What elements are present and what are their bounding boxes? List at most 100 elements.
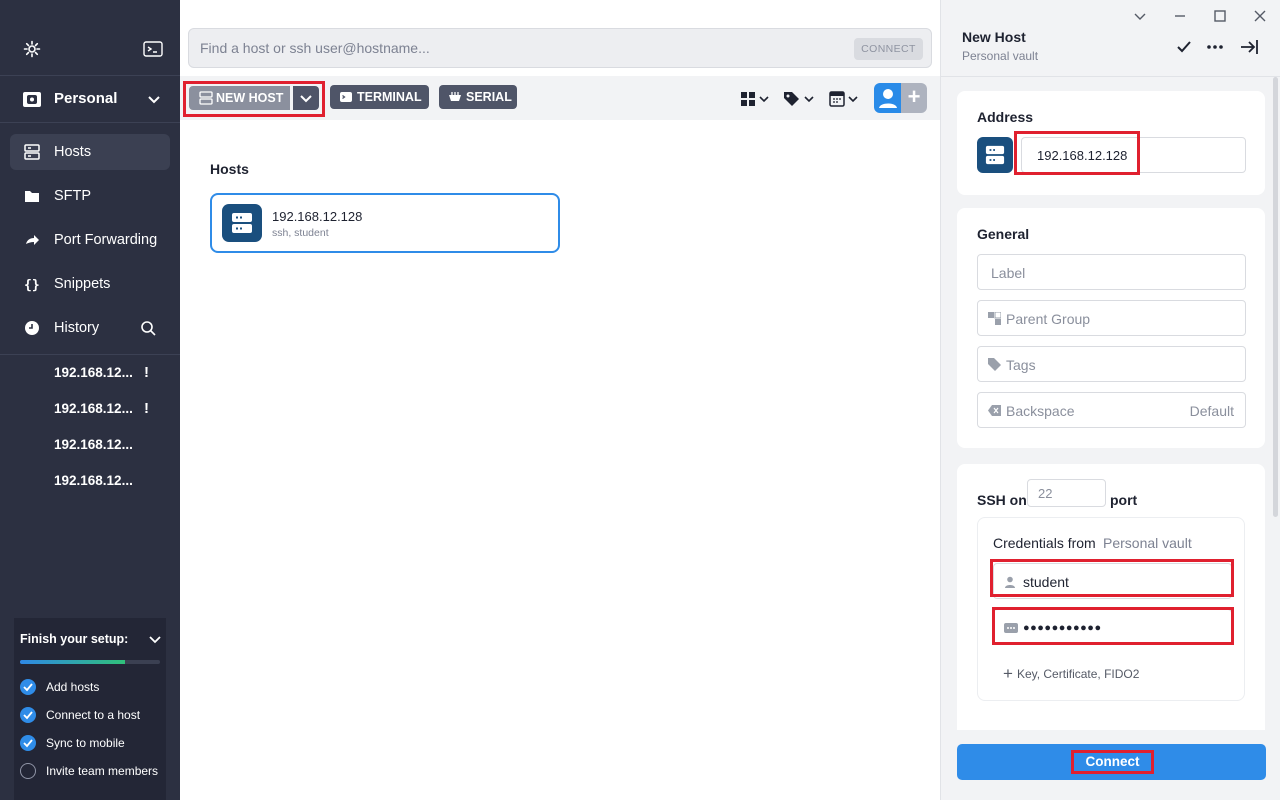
credentials-label: Credentials from (993, 535, 1096, 551)
clock-icon (25, 321, 39, 335)
tags-field[interactable]: Tags (977, 346, 1246, 382)
plus-icon: + (1003, 664, 1013, 683)
terminal-label: TERMINAL (357, 90, 422, 104)
port-input[interactable]: 22 (1027, 479, 1106, 507)
warning-icon: ! (144, 400, 149, 417)
forward-icon (26, 235, 39, 245)
chevron-down-icon[interactable] (1132, 8, 1148, 24)
sidebar-item-label: History (54, 320, 100, 336)
vault-selector[interactable]: Personal (0, 84, 180, 114)
chevron-down-icon (300, 95, 312, 103)
setup-progress-bar (20, 660, 160, 664)
collapse-panel-icon[interactable] (1240, 38, 1258, 56)
sidebar-top (0, 0, 180, 76)
scrollbar[interactable] (1273, 77, 1278, 517)
new-host-dropdown[interactable] (293, 86, 319, 110)
svg-text:{}: {} (24, 278, 40, 292)
new-host-label: NEW HOST (216, 91, 284, 105)
ssh-card: SSH on 22 port Credentials from Personal… (957, 464, 1265, 730)
folder-icon (25, 191, 39, 202)
connect-button[interactable]: CONNECT (854, 38, 923, 60)
hosts-icon (24, 144, 40, 160)
user-icon (879, 89, 897, 108)
panel-subtitle: Personal vault (962, 49, 1039, 63)
parent-group-placeholder: Parent Group (1006, 311, 1091, 327)
host-name: 192.168.12.128 (272, 209, 363, 224)
setup-step-label: Sync to mobile (46, 736, 125, 750)
terminal-button[interactable]: TERMINAL (330, 85, 429, 109)
sidebar-item-port-forwarding[interactable]: Port Forwarding (10, 222, 170, 258)
vault-icon (23, 92, 41, 107)
history-item[interactable]: 192.168.12... ! (54, 364, 164, 381)
address-card: Address 192.168.12.128 (957, 91, 1265, 195)
sidebar-item-hosts[interactable]: Hosts (10, 134, 170, 170)
new-host-button[interactable]: NEW HOST (189, 86, 290, 110)
more-icon[interactable] (1206, 38, 1224, 56)
host-icon (199, 91, 213, 105)
avatar[interactable] (874, 83, 902, 113)
host-card[interactable]: 192.168.12.128 ssh, student (210, 193, 560, 253)
tag-icon (988, 358, 1001, 371)
sidebar-item-snippets[interactable]: {} Snippets (10, 266, 170, 302)
sidebar-item-label: Snippets (54, 276, 111, 292)
panel-scroll-area: Address 192.168.12.128 General Label Par… (941, 76, 1280, 730)
backspace-label: Backspace (1006, 403, 1075, 419)
panel-title: New Host (962, 29, 1026, 45)
minimize-icon[interactable] (1172, 8, 1188, 24)
sidebar: Personal Hosts SFTP Port Forwarding {} S… (0, 0, 180, 800)
main-area: Find a host or ssh user@hostname... CONN… (180, 0, 940, 800)
sidebar-item-history[interactable]: History (10, 310, 170, 346)
general-title: General (977, 226, 1030, 242)
tag-icon[interactable] (783, 90, 815, 108)
close-icon[interactable] (1252, 8, 1268, 24)
divider (0, 122, 180, 123)
connect-button[interactable]: Connect (957, 744, 1266, 780)
empty-circle-icon (20, 763, 36, 779)
sidebar-item-sftp[interactable]: SFTP (10, 178, 170, 214)
parent-group-field[interactable]: Parent Group (977, 300, 1246, 336)
setup-title: Finish your setup: (20, 632, 129, 646)
search-icon[interactable] (140, 320, 156, 336)
add-key-link[interactable]: + Key, Certificate, FIDO2 (1003, 664, 1139, 684)
check-icon (20, 707, 36, 723)
braces-icon: {} (24, 278, 40, 292)
group-icon (988, 312, 1001, 325)
history-item[interactable]: 192.168.12... (54, 473, 164, 488)
grid-view-icon[interactable] (740, 90, 772, 108)
check-icon (20, 679, 36, 695)
warning-icon: ! (144, 364, 149, 381)
label-field[interactable]: Label (977, 254, 1246, 290)
credentials-vault-link[interactable]: Personal vault (1103, 535, 1192, 551)
serial-button[interactable]: SERIAL (439, 85, 517, 109)
setup-step[interactable]: Invite team members (20, 762, 170, 780)
add-member-button[interactable]: + (901, 83, 927, 113)
connect-label: Connect (1071, 750, 1154, 774)
highlight-box (1014, 131, 1140, 175)
backspace-icon (988, 405, 1001, 416)
terminal-icon (340, 92, 352, 102)
chevron-down-icon[interactable] (146, 91, 162, 107)
setup-step[interactable]: Sync to mobile (20, 734, 170, 752)
backspace-field[interactable]: Backspace Default (977, 392, 1246, 428)
general-card: General Label Parent Group Tags Backspac… (957, 208, 1265, 448)
history-item-label: 192.168.12... (54, 401, 133, 416)
setup-step[interactable]: Connect to a host (20, 706, 170, 724)
history-item-label: 192.168.12... (54, 365, 133, 380)
terminal-icon[interactable] (143, 40, 163, 58)
vault-label: Personal (54, 90, 118, 107)
sidebar-item-label: Hosts (54, 144, 92, 160)
calendar-icon[interactable] (829, 90, 861, 108)
host-search[interactable]: Find a host or ssh user@hostname... CONN… (188, 28, 932, 68)
setup-step[interactable]: Add hosts (20, 678, 170, 696)
highlight-box (990, 559, 1234, 597)
credentials-box: Credentials from Personal vault student … (977, 517, 1245, 701)
maximize-icon[interactable] (1212, 8, 1228, 24)
section-title: Hosts (210, 161, 249, 177)
check-icon (20, 735, 36, 751)
gear-icon[interactable] (22, 39, 42, 59)
history-item[interactable]: 192.168.12... (54, 437, 164, 452)
history-item[interactable]: 192.168.12... ! (54, 400, 164, 417)
chevron-down-icon[interactable] (148, 632, 162, 646)
checkmark-icon[interactable] (1175, 38, 1193, 56)
search-input[interactable]: Find a host or ssh user@hostname... (200, 40, 820, 56)
